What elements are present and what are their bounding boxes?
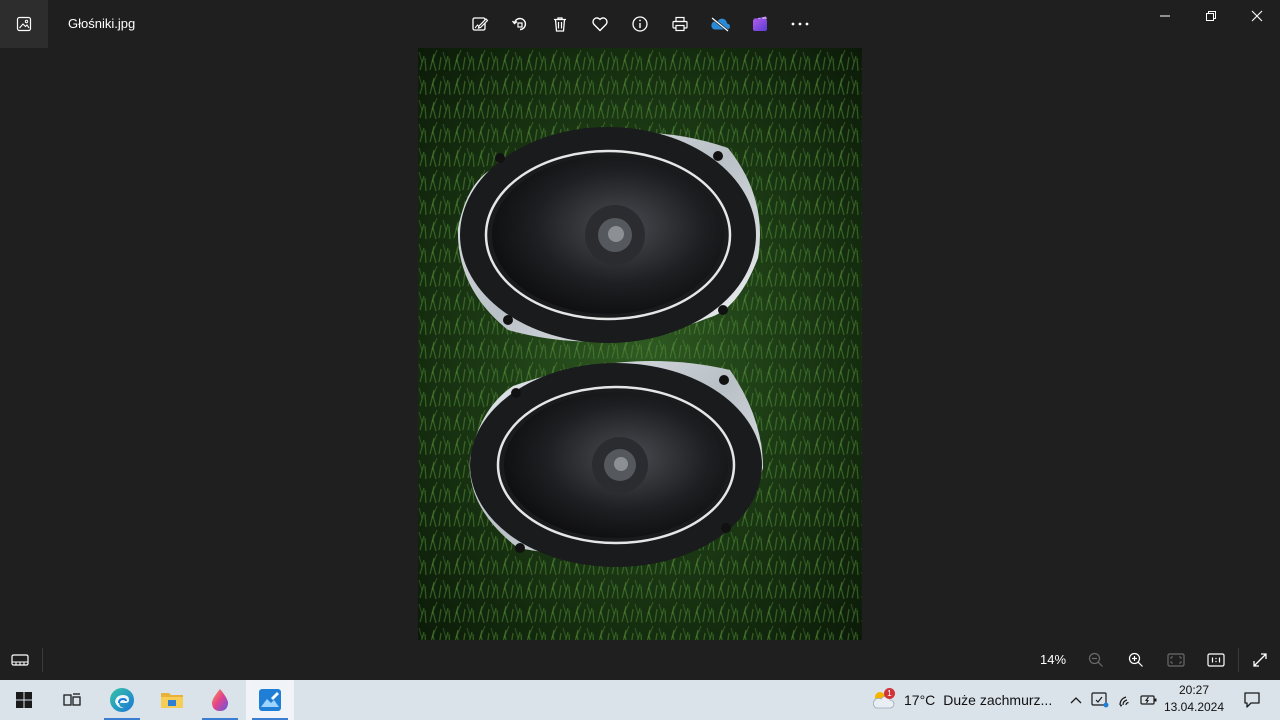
edit-image-icon [472,17,489,31]
divider [42,648,43,672]
weather-widget[interactable]: 1 17°C Duże zachmurz... [870,680,1052,720]
actual-size-icon [1207,653,1225,667]
info-button[interactable] [620,4,660,44]
fit-window-icon [1167,653,1185,667]
photo-speakers [418,48,862,640]
printer-icon [672,16,688,32]
print-button[interactable] [660,4,700,44]
filmstrip-icon [11,654,29,666]
edit-image-button[interactable] [460,4,500,44]
zoom-out-icon [1088,652,1103,667]
fullscreen-button[interactable] [1240,640,1280,680]
photos-taskbar-button[interactable] [246,680,294,720]
taskbar: 1 17°C Duże zachmurz... 20:27 13.04.2024 [0,680,1280,720]
chevron-up-icon [1070,697,1082,704]
zoom-in-icon [1128,652,1143,667]
clipchamp-button[interactable] [740,4,780,44]
actual-size-button[interactable] [1196,640,1236,680]
start-button[interactable] [0,680,48,720]
wifi-icon [1119,696,1129,707]
restore-button[interactable] [1188,0,1234,32]
tray-app-button[interactable] [1088,680,1112,720]
fit-to-window-button[interactable] [1156,640,1196,680]
image-toolbar [460,4,820,44]
file-explorer-taskbar-button[interactable] [148,680,196,720]
file-name: Głośniki.jpg [68,16,136,31]
paint-taskbar-button[interactable] [196,680,244,720]
task-view-icon [63,693,81,706]
close-icon [1251,10,1263,22]
notification-icon [1244,692,1260,708]
defender-tray-icon [1091,692,1109,708]
favorite-button[interactable] [580,4,620,44]
weather-temperature: 17°C [904,692,936,708]
minimize-icon [1160,15,1170,17]
weather-description: Duże zachmurz... [943,692,1053,708]
more-button[interactable] [780,4,820,44]
network-button[interactable] [1114,680,1138,720]
fullscreen-icon [1253,653,1267,667]
weather-icon: 1 [870,688,896,712]
battery-button[interactable] [1137,680,1161,720]
onedrive-button[interactable] [700,4,740,44]
rotate-icon [511,17,527,31]
zoom-in-button[interactable] [1116,640,1156,680]
zoom-level: 14% [1040,652,1067,667]
filmstrip-button[interactable] [8,648,32,672]
folder-icon [161,693,183,708]
title-bar: Głośniki.jpg [0,0,1280,48]
divider [1238,648,1239,672]
photos-app-icon [259,689,281,711]
speakers-photo-illustration [418,48,862,640]
minimize-button[interactable] [1142,0,1188,32]
window-controls [1142,0,1280,32]
show-hidden-icons-button[interactable] [1064,680,1088,720]
zoom-out-button[interactable] [1076,640,1116,680]
photos-app-icon [16,16,32,32]
edge-browser-icon [110,688,134,712]
close-button[interactable] [1234,0,1280,32]
info-icon [632,16,648,32]
clock-time: 20:27 [1178,683,1210,697]
bottom-bar: 14% [0,640,1280,680]
task-view-button[interactable] [48,680,96,720]
heart-icon [592,17,608,32]
rotate-button[interactable] [500,4,540,44]
system-clock[interactable]: 20:27 13.04.2024 [1162,682,1226,716]
image-canvas[interactable] [0,48,1280,640]
onedrive-off-icon [711,17,730,32]
battery-charging-icon [1140,695,1157,705]
paint-drop-icon [211,689,229,711]
zoom-controls [1076,640,1236,680]
delete-button[interactable] [540,4,580,44]
restore-icon [1206,11,1216,21]
clock-date: 13.04.2024 [1163,700,1225,714]
clipchamp-icon [753,16,767,31]
photos-app-button[interactable] [0,0,48,48]
delete-icon [554,17,566,32]
weather-alert-badge: 1 [884,688,895,699]
action-center-button[interactable] [1232,680,1272,720]
windows-start-icon [16,692,32,708]
edge-taskbar-button[interactable] [98,680,146,720]
more-icon [791,22,809,26]
